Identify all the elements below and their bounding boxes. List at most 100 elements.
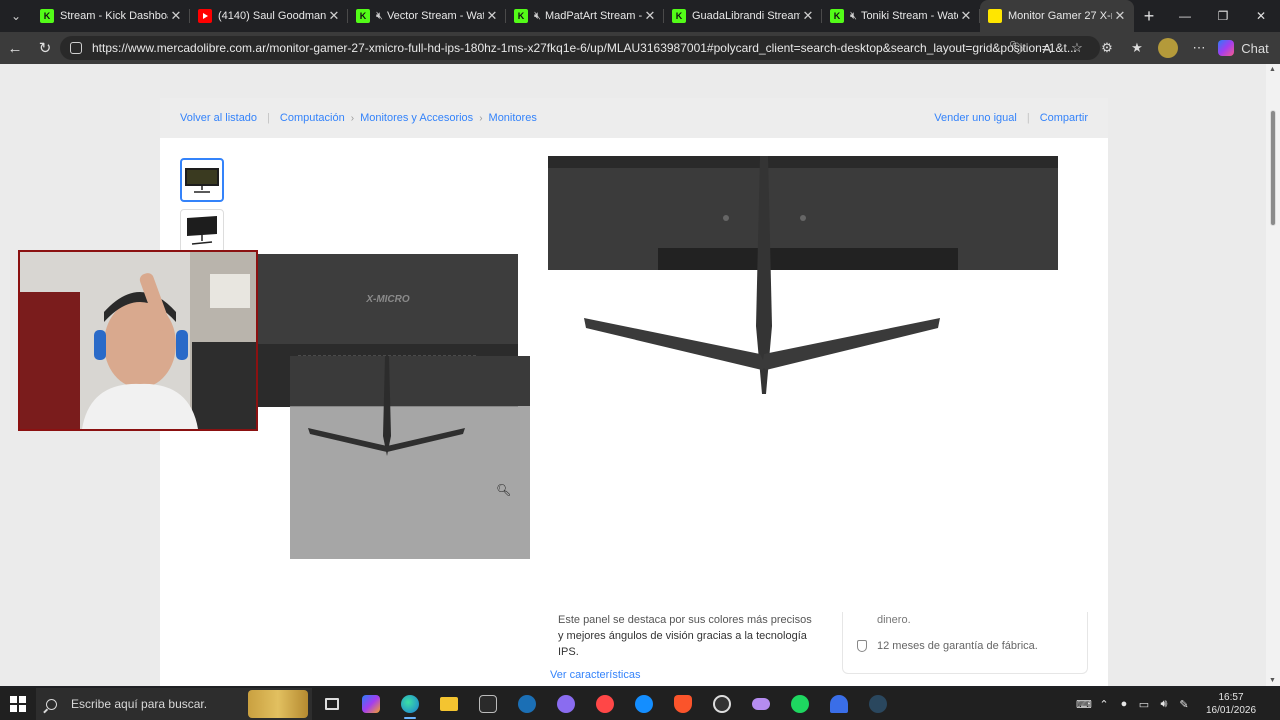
scrollbar-thumb[interactable] xyxy=(1270,110,1276,226)
tab-madpatart-stream[interactable]: K 🔇︎ MadPatArt Stream - ... ✕ xyxy=(506,0,664,32)
brave-icon[interactable] xyxy=(663,688,702,720)
url-text: https://www.mercadolibre.com.ar/monitor-… xyxy=(92,41,1077,55)
monitor-angle-image xyxy=(187,216,217,245)
reload-icon[interactable]: ↻ xyxy=(30,39,60,57)
youtube-icon xyxy=(198,9,212,23)
spotify-icon[interactable] xyxy=(780,688,819,720)
product-card: X-MICRO 🔍︎ Este panel se destaca por sus… xyxy=(160,138,1108,686)
file-explorer-icon[interactable] xyxy=(429,688,468,720)
chat-label: Chat xyxy=(1241,40,1269,56)
epic-games-icon[interactable] xyxy=(468,688,507,720)
discord-icon[interactable] xyxy=(546,688,585,720)
close-tab-icon[interactable]: ✕ xyxy=(642,8,658,24)
app-launcher-icon[interactable] xyxy=(819,688,858,720)
new-tab-button[interactable]: + xyxy=(1134,6,1164,27)
obs-icon[interactable] xyxy=(702,688,741,720)
site-info-icon[interactable] xyxy=(70,42,82,54)
volume-icon[interactable]: 🔊︎ xyxy=(1154,698,1174,711)
tab-actions-menu-icon[interactable]: ⌄ xyxy=(0,0,32,32)
ea-app-icon[interactable] xyxy=(585,688,624,720)
thumbnail-gallery xyxy=(180,158,224,260)
tab-kick-dashboard[interactable]: K Stream - Kick Dashboard ✕ xyxy=(32,0,190,32)
copilot-taskbar-icon[interactable] xyxy=(351,688,390,720)
breadcrumb-separator: | xyxy=(1026,112,1030,124)
breadcrumb-monitores[interactable]: Monitores xyxy=(489,112,537,124)
browser-toolbar: ← ↻ https://www.mercadolibre.com.ar/moni… xyxy=(0,32,1280,64)
page-scrollbar[interactable]: ▲ ▼ xyxy=(1266,64,1280,686)
copilot-icon xyxy=(1218,40,1234,56)
game-controller-icon[interactable] xyxy=(741,688,780,720)
app-tray-icon[interactable]: ● xyxy=(1114,698,1134,710)
kick-icon: K xyxy=(830,9,844,23)
search-highlight-image xyxy=(248,690,308,718)
sell-similar-link[interactable]: Vender uno igual xyxy=(934,112,1017,124)
clipped-text: dinero. xyxy=(877,614,911,626)
read-aloud-icon[interactable]: A xyxy=(1032,41,1062,56)
thumbnail-front[interactable] xyxy=(180,158,224,202)
system-tray: ⌨ ⌃ ● ▭ 🔊︎ ✎ 16:57 16/01/2026 xyxy=(1074,688,1280,720)
zoom-lens[interactable] xyxy=(290,356,530,559)
close-window-icon[interactable]: ✕ xyxy=(1242,0,1280,32)
back-to-list-link[interactable]: Volver al listado xyxy=(180,112,257,124)
kick-icon: K xyxy=(40,9,54,23)
tab-title: MadPatArt Stream - ... xyxy=(544,10,642,22)
pen-icon[interactable]: ✎ xyxy=(1174,698,1194,711)
monitor-back-image xyxy=(548,156,1058,394)
network-icon[interactable]: ▭ xyxy=(1134,698,1154,711)
address-bar[interactable]: https://www.mercadolibre.com.ar/monitor-… xyxy=(60,36,1100,60)
back-arrow-icon[interactable]: ← xyxy=(0,40,30,57)
edge-icon[interactable] xyxy=(390,688,429,720)
close-tab-icon[interactable]: ✕ xyxy=(326,8,342,24)
zoom-cursor-icon: 🔍︎ xyxy=(496,483,512,497)
tab-title: Toniki Stream - Watc... xyxy=(860,10,958,22)
show-hidden-icons-icon[interactable]: ⌃ xyxy=(1094,698,1114,711)
tab-youtube[interactable]: (4140) Saul Goodman def... ✕ xyxy=(190,0,348,32)
windows-logo-icon xyxy=(10,696,26,712)
tab-toniki-stream[interactable]: K 🔇︎ Toniki Stream - Watc... ✕ xyxy=(822,0,980,32)
muted-speaker-icon[interactable]: 🔇︎ xyxy=(534,10,541,23)
muted-speaker-icon[interactable]: 🔇︎ xyxy=(850,10,857,23)
start-button[interactable] xyxy=(0,688,36,720)
product-main-image[interactable] xyxy=(548,156,1088,614)
warranty-shield-icon xyxy=(857,640,867,652)
breadcrumb-monitores-accesorios[interactable]: Monitores y Accesorios xyxy=(360,112,473,124)
favorite-star-icon[interactable]: ☆ xyxy=(1062,40,1092,56)
tab-title: Stream - Kick Dashboard xyxy=(60,10,168,22)
profile-avatar[interactable] xyxy=(1158,38,1178,58)
tab-vector-stream[interactable]: K 🔇︎ Vector Stream - Watc... ✕ xyxy=(348,0,506,32)
tab-title: Monitor Gamer 27 X-micr... xyxy=(1008,10,1112,22)
battlenet-icon[interactable] xyxy=(624,688,663,720)
copilot-chat-button[interactable]: Chat xyxy=(1214,40,1280,56)
close-tab-icon[interactable]: ✕ xyxy=(1112,8,1128,24)
clock[interactable]: 16:57 16/01/2026 xyxy=(1202,691,1260,717)
see-features-link[interactable]: Ver características xyxy=(550,669,640,681)
coupon-tag-icon[interactable]: 🏷︎ xyxy=(1002,40,1032,56)
close-tab-icon[interactable]: ✕ xyxy=(958,8,974,24)
tab-title: (4140) Saul Goodman def... xyxy=(218,10,326,22)
keyboard-icon[interactable]: ⌨ xyxy=(1074,698,1094,711)
tab-monitor-gamer[interactable]: Monitor Gamer 27 X-micr... ✕ xyxy=(980,0,1134,32)
minimize-icon[interactable]: — xyxy=(1166,0,1204,32)
close-tab-icon[interactable]: ✕ xyxy=(168,8,184,24)
steam-icon[interactable] xyxy=(507,688,546,720)
scroll-down-icon[interactable]: ▼ xyxy=(1269,677,1276,684)
taskbar-search-box[interactable]: Escribe aquí para buscar. xyxy=(36,688,312,720)
xmicro-logo: X-MICRO xyxy=(365,294,410,305)
restore-icon[interactable]: ❐ xyxy=(1204,0,1242,32)
chevron-right-icon: › xyxy=(479,112,483,124)
close-tab-icon[interactable]: ✕ xyxy=(484,8,500,24)
muted-speaker-icon[interactable]: 🔇︎ xyxy=(376,10,383,23)
steam-client-icon[interactable] xyxy=(858,688,897,720)
favorites-icon[interactable]: ★ xyxy=(1122,40,1152,56)
clock-time: 16:57 xyxy=(1218,692,1244,703)
thumbnail-side[interactable] xyxy=(180,209,224,253)
task-view-icon[interactable] xyxy=(312,688,351,720)
scroll-up-icon[interactable]: ▲ xyxy=(1269,66,1276,73)
close-tab-icon[interactable]: ✕ xyxy=(800,8,816,24)
breadcrumb-computacion[interactable]: Computación xyxy=(280,112,345,124)
tab-guadalibrandi-stream[interactable]: K GuadaLibrandi Stream - W... ✕ xyxy=(664,0,822,32)
more-menu-icon[interactable]: ⋯ xyxy=(1184,40,1214,56)
share-link[interactable]: Compartir xyxy=(1040,112,1088,124)
kick-icon: K xyxy=(356,9,370,23)
extensions-icon[interactable]: ⚙ xyxy=(1092,40,1122,56)
